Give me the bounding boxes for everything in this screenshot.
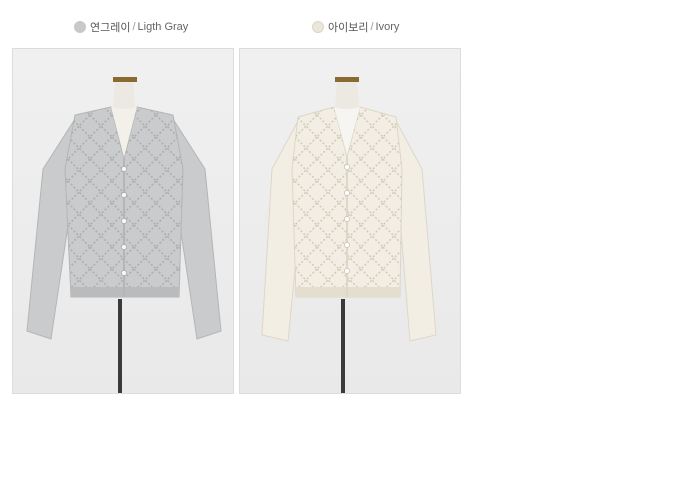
color-name-separator: / xyxy=(370,21,374,33)
cardigan-on-mannequin-ivory-icon xyxy=(261,77,437,393)
cardigan-on-mannequin-gray-icon xyxy=(26,77,222,393)
color-option-light-gray: 연그레이 / Ligth Gray xyxy=(74,19,188,35)
product-photo-ivory xyxy=(239,48,461,394)
ivory-swatch-icon xyxy=(312,21,324,33)
color-option-ivory: 아이보리 / Ivory xyxy=(312,19,399,35)
product-photo-light-gray xyxy=(12,48,234,394)
color-name-english: Ivory xyxy=(375,21,400,33)
color-name-korean: 연그레이 xyxy=(90,22,131,34)
color-name-separator: / xyxy=(132,21,136,33)
light-gray-swatch-icon xyxy=(74,21,86,33)
color-name-english: Ligth Gray xyxy=(137,21,189,33)
color-name-korean: 아이보리 xyxy=(328,22,369,34)
